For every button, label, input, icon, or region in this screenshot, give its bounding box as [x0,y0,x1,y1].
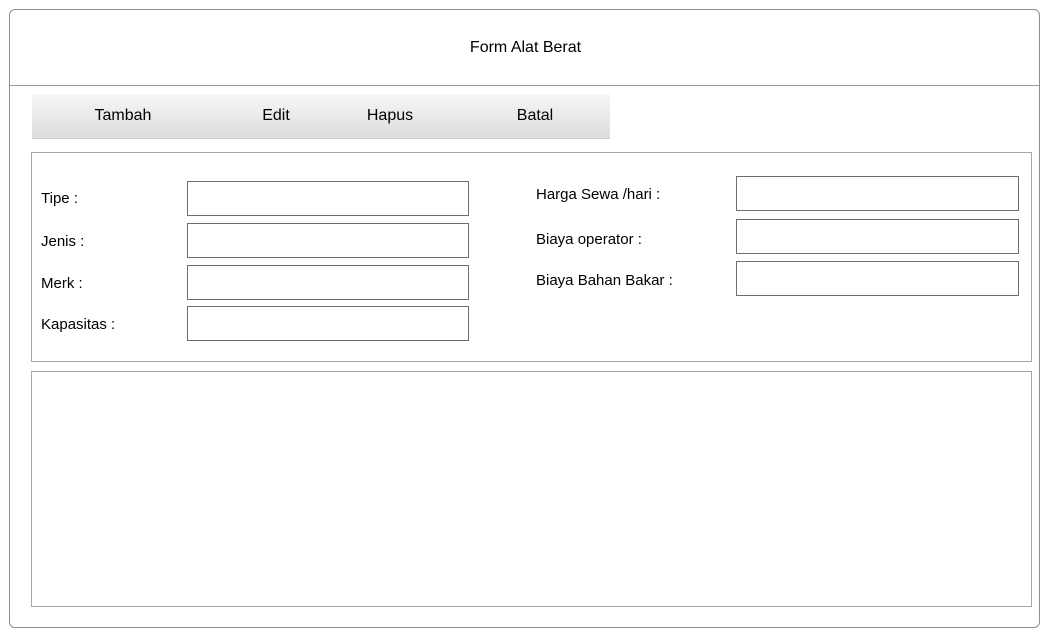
window-title: Form Alat Berat [469,39,582,56]
data-grid-panel[interactable] [31,371,1032,607]
biaya-bahan-bakar-field[interactable] [736,261,1019,296]
kapasitas-field[interactable] [187,306,469,341]
jenis-label: Jenis : [41,233,85,250]
edit-button[interactable]: Edit [246,94,306,138]
biaya-bahan-bakar-label: Biaya Bahan Bakar : [536,272,673,289]
jenis-field[interactable] [187,223,469,258]
merk-label: Merk : [41,275,83,292]
harga-sewa-label: Harga Sewa /hari : [536,186,661,203]
kapasitas-label: Kapasitas : [41,316,116,333]
input-form-panel: Tipe : Jenis : Merk : Kapasitas : Harga … [31,152,1032,362]
biaya-operator-label: Biaya operator : [536,231,642,248]
tambah-button[interactable]: Tambah [78,94,168,138]
hapus-button[interactable]: Hapus [350,94,430,138]
toolbar: Tambah Edit Hapus Batal [32,94,610,139]
batal-button[interactable]: Batal [505,94,565,138]
tipe-field[interactable] [187,181,469,216]
form-window: Form Alat Berat Tambah Edit Hapus Batal … [9,9,1040,628]
biaya-operator-field[interactable] [736,219,1019,254]
title-divider [10,85,1039,86]
harga-sewa-field[interactable] [736,176,1019,211]
tipe-label: Tipe : [41,190,78,207]
merk-field[interactable] [187,265,469,300]
